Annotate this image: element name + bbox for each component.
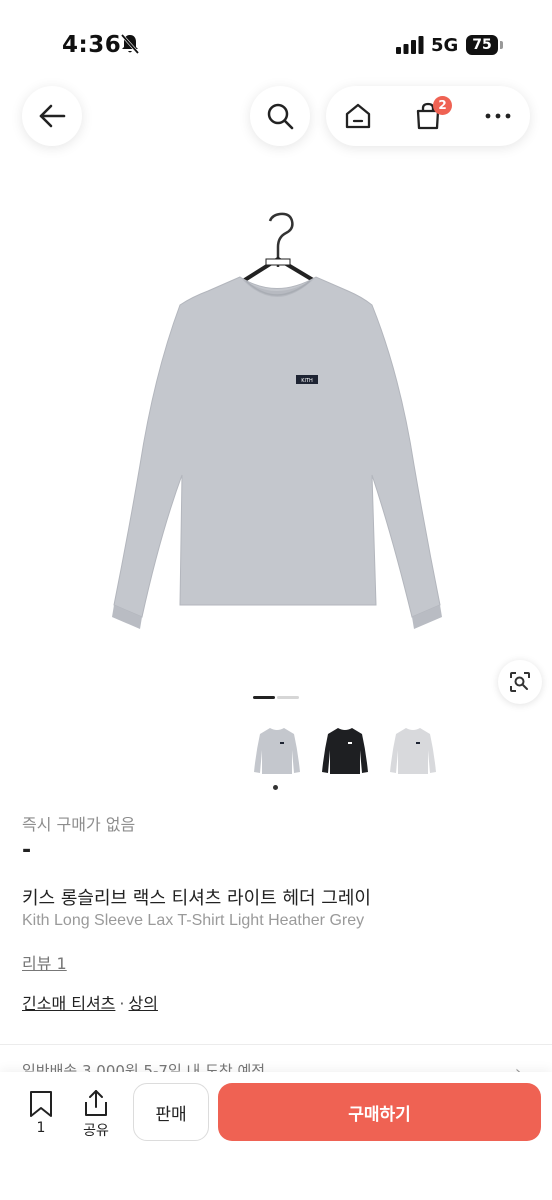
product-title-ko: 키스 롱슬리브 랙스 티셔츠 라이트 헤더 그레이: [22, 888, 371, 909]
search-button[interactable]: [250, 86, 310, 146]
carousel-indicator: [277, 696, 299, 699]
share-icon[interactable]: [82, 1088, 110, 1118]
more-dots-icon: [485, 113, 511, 119]
thumbnail-black[interactable]: [320, 722, 370, 778]
home-button[interactable]: [328, 86, 388, 146]
buy-button[interactable]: 구매하기: [218, 1083, 541, 1141]
status-bar: 4:36 5G 75: [0, 0, 552, 86]
status-time: 4:36: [62, 32, 122, 58]
back-button[interactable]: [22, 86, 82, 146]
selected-thumbnail-dot: [273, 785, 278, 790]
category-link-long-sleeve[interactable]: 긴소매 티셔츠: [22, 994, 115, 1013]
share-label: 공유: [83, 1123, 109, 1139]
thumbnail-light-heather[interactable]: [388, 722, 438, 778]
product-title-en: Kith Long Sleeve Lax T-Shirt Light Heath…: [22, 912, 365, 929]
search-icon: [267, 103, 294, 130]
review-link[interactable]: 리뷰 1: [22, 950, 67, 974]
category-link-tops[interactable]: 상의: [129, 994, 158, 1013]
image-search-button[interactable]: [498, 660, 542, 704]
svg-text:KITH: KITH: [301, 378, 313, 384]
category-breadcrumb: 긴소매 티셔츠 · 상의: [22, 990, 158, 1014]
instant-purchase-status: 즉시 구매가 없음: [22, 815, 136, 834]
sell-button[interactable]: 판매: [133, 1083, 209, 1141]
battery-tip: [500, 41, 503, 49]
more-button[interactable]: [468, 86, 528, 146]
battery-level: 75: [466, 35, 498, 55]
network-type: 5G: [431, 35, 459, 56]
price: -: [22, 838, 32, 863]
cart-button[interactable]: [398, 86, 458, 146]
product-image[interactable]: KITH: [100, 205, 452, 645]
image-search-icon: [510, 672, 530, 692]
header-actions: [326, 86, 530, 146]
signal-icon: [396, 36, 424, 54]
category-separator: ·: [119, 994, 125, 1013]
bookmark-icon[interactable]: [28, 1090, 54, 1118]
bell-muted-icon: [120, 34, 140, 54]
bookmark-count: 1: [36, 1120, 46, 1136]
arrow-left-icon: [39, 104, 66, 128]
carousel-indicator-active: [253, 696, 275, 699]
thumbnail-light-grey[interactable]: [252, 722, 302, 778]
cart-count-badge: 2: [433, 96, 452, 115]
home-icon: [345, 103, 371, 129]
divider: [0, 1044, 552, 1045]
